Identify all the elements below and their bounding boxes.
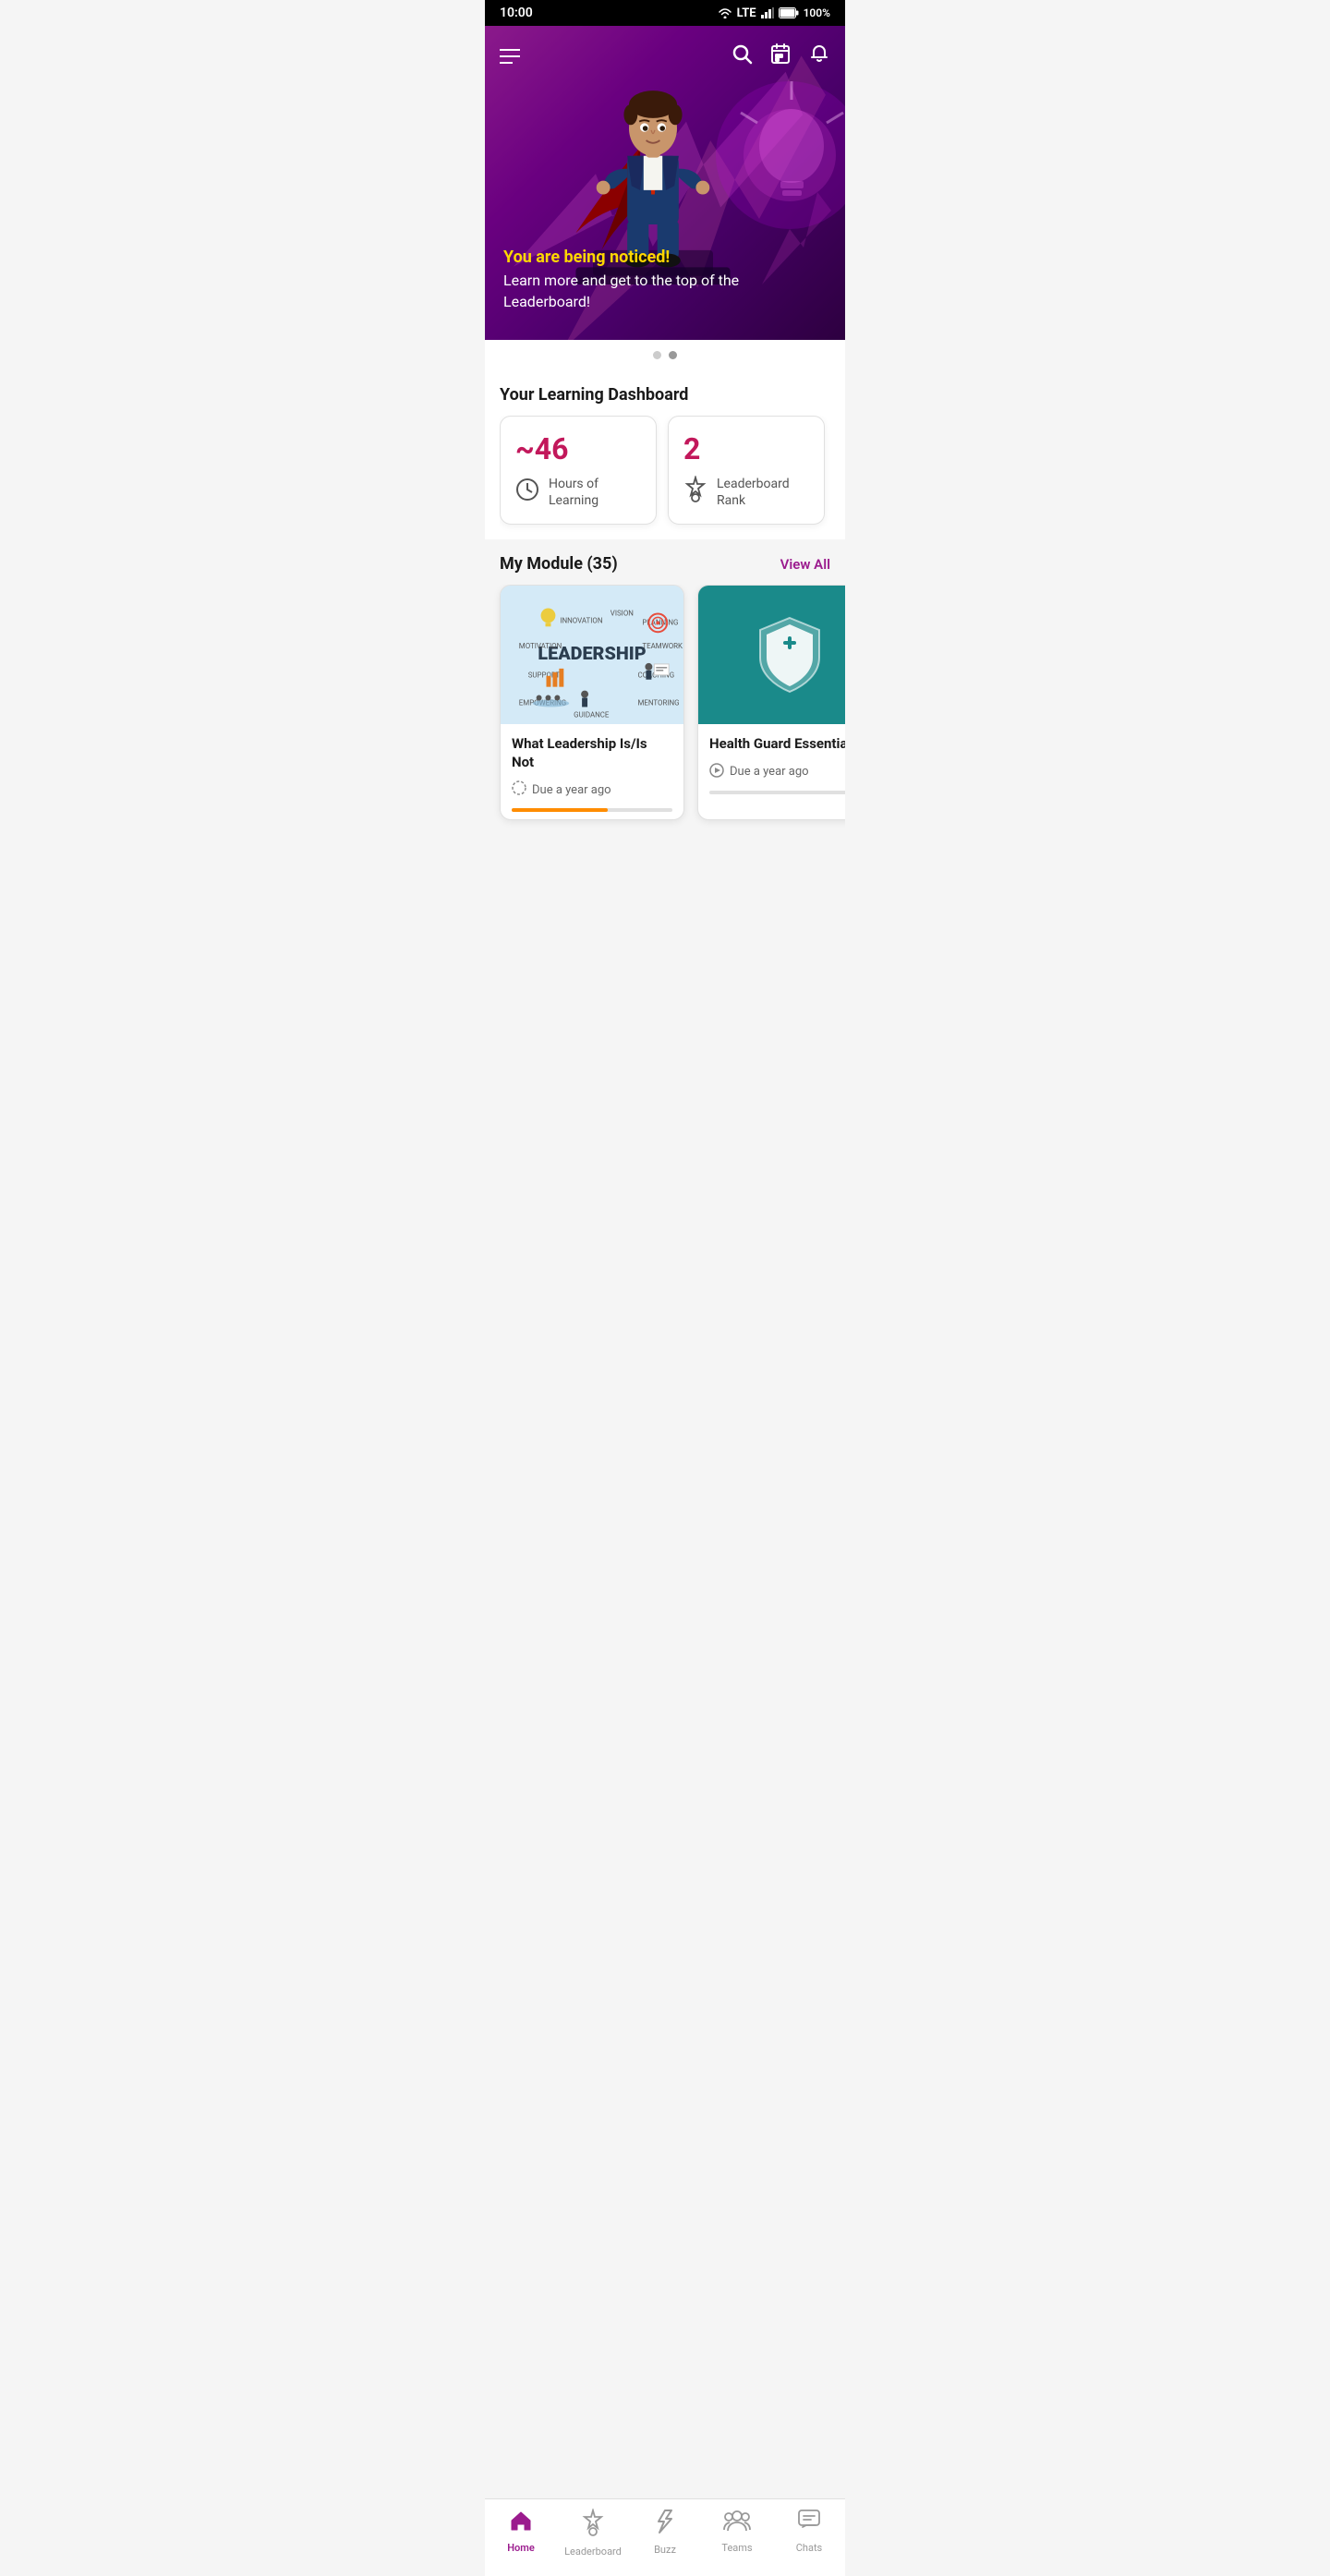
svg-text:VISION: VISION — [611, 610, 634, 618]
buzz-nav-label: Buzz — [654, 2544, 676, 2556]
module-section: My Module (35) View All LEADERSHIP INNOV… — [485, 539, 845, 839]
module-title: My Module (35) — [500, 554, 618, 574]
dot-1[interactable] — [653, 351, 661, 359]
search-icon[interactable] — [731, 42, 753, 70]
notification-icon[interactable] — [808, 42, 830, 70]
clock-icon — [515, 478, 539, 507]
module-2-title: Health Guard Essentials — [709, 735, 845, 754]
svg-text:MENTORING: MENTORING — [638, 699, 680, 707]
hero-text: You are being noticed! Learn more and ge… — [485, 248, 845, 312]
status-indicators: LTE 100% — [718, 6, 830, 20]
module-1-progress-bar — [512, 808, 672, 812]
teams-nav-label: Teams — [721, 2542, 752, 2554]
home-nav-label: Home — [507, 2542, 535, 2554]
module-2-progress-bar — [709, 791, 845, 794]
bottom-nav: Home Leaderboard Buzz — [485, 2498, 845, 2576]
signal-icon — [761, 7, 774, 18]
hero-highlight-text: You are being noticed! — [503, 248, 827, 267]
chats-nav-label: Chats — [796, 2542, 822, 2554]
network-indicator: LTE — [737, 6, 756, 20]
time-display: 10:00 — [500, 6, 533, 20]
module-1-title: What Leadership Is/Is Not — [512, 735, 672, 771]
nav-item-teams[interactable]: Teams — [701, 2509, 773, 2558]
rank-card-bottom: LeaderboardRank — [683, 476, 809, 509]
hero-sub-text: Learn more and get to the top of the Lea… — [503, 271, 827, 312]
carousel-dots — [485, 340, 845, 370]
calendar-icon[interactable] — [769, 42, 792, 70]
main-content: Your Learning Dashboard ~46 Hours ofLear… — [485, 370, 845, 539]
buzz-nav-icon — [655, 2509, 675, 2540]
nav-item-chats[interactable]: Chats — [773, 2509, 845, 2558]
hero-nav — [485, 35, 845, 78]
health-card-image — [698, 586, 845, 724]
rank-value: 2 — [683, 431, 809, 466]
chats-nav-icon — [797, 2509, 821, 2538]
dot-2[interactable] — [669, 351, 677, 359]
module-header: My Module (35) View All — [485, 539, 845, 585]
module-1-due-text: Due a year ago — [532, 783, 611, 797]
hours-card: ~46 Hours ofLearning — [500, 416, 657, 525]
dashboard-cards: ~46 Hours ofLearning 2 — [500, 416, 830, 539]
svg-text:INNOVATION: INNOVATION — [560, 617, 602, 625]
module-2-due: Due a year ago — [709, 763, 845, 781]
module-cards: LEADERSHIP INNOVATION VISION PLANNING MO… — [485, 585, 845, 839]
medal-icon — [683, 476, 707, 509]
nav-item-home[interactable]: Home — [485, 2509, 557, 2558]
svg-text:MOTIVATION: MOTIVATION — [519, 642, 562, 650]
svg-text:PLANNING: PLANNING — [642, 619, 678, 627]
dashboard-title: Your Learning Dashboard — [500, 370, 830, 416]
rank-card: 2 LeaderboardRank — [668, 416, 825, 525]
svg-text:TEAMWORK: TEAMWORK — [642, 642, 683, 650]
header-icons — [731, 42, 830, 70]
bottom-spacer — [485, 839, 845, 913]
hamburger-menu[interactable] — [500, 49, 520, 64]
teams-nav-icon — [723, 2509, 751, 2538]
rank-label: LeaderboardRank — [717, 476, 790, 509]
module-2-due-text: Due a year ago — [730, 765, 809, 779]
home-nav-icon — [509, 2509, 533, 2538]
module-card-2[interactable]: Health Guard Essentials Due a year ago — [697, 585, 845, 820]
wifi-icon — [718, 7, 732, 18]
module-1-progress-fill — [512, 808, 608, 812]
nav-item-buzz[interactable]: Buzz — [629, 2509, 701, 2558]
nav-item-leaderboard[interactable]: Leaderboard — [557, 2509, 629, 2558]
battery-text: 100% — [804, 6, 830, 19]
leaderboard-nav-icon — [581, 2509, 605, 2542]
module-2-due-icon — [709, 763, 724, 781]
hero-banner: You are being noticed! Learn more and ge… — [485, 26, 845, 340]
hours-value: ~46 — [515, 431, 641, 466]
module-1-due: Due a year ago — [512, 780, 672, 799]
module-1-body: What Leadership Is/Is Not Due a year ago — [501, 724, 683, 819]
hours-label: Hours ofLearning — [549, 476, 598, 509]
leadership-card-image: LEADERSHIP INNOVATION VISION PLANNING MO… — [501, 586, 683, 724]
leaderboard-nav-label: Leaderboard — [564, 2546, 622, 2558]
battery-icon — [779, 7, 799, 18]
module-1-due-icon — [512, 780, 526, 799]
status-bar: 10:00 LTE 100% — [485, 0, 845, 26]
module-card-1[interactable]: LEADERSHIP INNOVATION VISION PLANNING MO… — [500, 585, 684, 820]
module-2-body: Health Guard Essentials Due a year ago — [698, 724, 845, 802]
hours-card-bottom: Hours ofLearning — [515, 476, 641, 509]
svg-text:GUIDANCE: GUIDANCE — [574, 711, 610, 720]
view-all-button[interactable]: View All — [780, 556, 830, 573]
shield-svg — [753, 613, 827, 696]
